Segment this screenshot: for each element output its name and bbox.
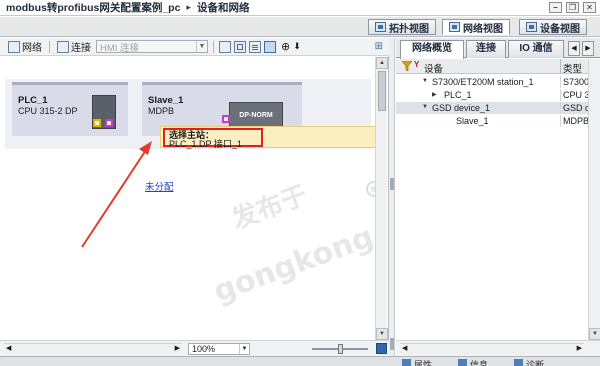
scroll-thumb[interactable] <box>378 71 386 111</box>
tab-network-view[interactable]: 网络视图 <box>442 19 510 35</box>
navigation-icon[interactable] <box>376 343 387 354</box>
filter-mark-icon: Y <box>414 60 420 69</box>
table-row[interactable]: ▶ PLC_1 CPU 315-2 DP <box>396 89 600 101</box>
annotation-arrow <box>81 141 152 248</box>
expand-arrow-icon[interactable]: ▶ <box>432 91 437 98</box>
restore-button[interactable]: ❐ <box>566 2 579 13</box>
editor-vertical-scrollbar[interactable]: ▲ ▼ <box>375 57 388 340</box>
arrow-head <box>139 141 152 155</box>
chevron-down-icon: ▼ <box>239 344 249 354</box>
zoom-slider-knob[interactable] <box>338 344 343 354</box>
editor-horizontal-scrollbar[interactable]: ◀ ▶ <box>4 343 182 355</box>
table-row[interactable]: Slave_1 MDPB <box>396 115 600 127</box>
splitter-grip[interactable] <box>390 178 394 190</box>
editor-toolbar: 网络 连接 HMI 连接 ▼ ⊕ ⬇ ⊞ <box>0 38 389 56</box>
section-title: 设备和网络 <box>196 2 250 14</box>
scroll-up-arrow-icon[interactable]: ▲ <box>376 57 388 69</box>
toolbar-divider <box>49 40 50 53</box>
scroll-right-arrow-icon[interactable]: ▶ <box>175 344 180 352</box>
toolbar-divider <box>213 40 214 53</box>
zoom-value: 100% <box>192 344 216 354</box>
popup-master-option[interactable]: PLC_1.DP 接口_1 <box>169 137 242 150</box>
column-device-header[interactable]: 设备 <box>424 61 443 75</box>
expand-arrow-icon[interactable]: ▼ <box>422 78 428 84</box>
network-overview-panel: 网络概览 连接 IO 通信 ◀ ▶ Y 设备 类型 ▼ S7300/ET200M… <box>396 38 600 356</box>
overview-tabs: 网络概览 连接 IO 通信 ◀ ▶ <box>396 38 600 59</box>
row-device: GSD device_1 <box>432 103 491 113</box>
tab-diagnostics[interactable]: 诊断 <box>512 358 544 366</box>
table-row[interactable]: ▼ S7300/ET200M station_1 S7300/ET200M st… <box>396 76 600 88</box>
panel-icon[interactable] <box>264 40 276 53</box>
editor-bottom-bar: ◀ ▶ 100% ▼ <box>0 340 389 356</box>
tab-io-communication[interactable]: IO 通信 <box>508 40 564 58</box>
tab-topology-view[interactable]: 拓扑视图 <box>368 19 436 35</box>
minimize-button[interactable]: – <box>549 2 562 13</box>
expand-arrow-icon[interactable]: ▼ <box>422 104 428 110</box>
row-device: Slave_1 <box>456 116 489 126</box>
panel-splitter[interactable] <box>389 38 395 356</box>
topology-icon <box>375 22 386 32</box>
tab-scroll-left-icon[interactable]: ◀ <box>568 41 580 56</box>
zoom-select[interactable]: 100% ▼ <box>188 343 250 355</box>
overview-table-header: Y 设备 类型 <box>396 59 600 75</box>
column-divider[interactable] <box>560 59 561 74</box>
select-master-popup[interactable]: 选择主站： PLC_1.DP 接口_1 <box>160 126 376 150</box>
row-device: S7300/ET200M station_1 <box>432 77 534 87</box>
column-divider <box>560 76 561 88</box>
column-divider <box>560 102 561 114</box>
tab-device-label: 设备视图 <box>540 23 580 35</box>
project-title: modbus转profibus网关配置案例_pc <box>6 2 181 14</box>
breadcrumb-separator: ▸ <box>186 2 191 12</box>
address-table-icon[interactable] <box>219 40 231 53</box>
tab-scroll-right-icon[interactable]: ▶ <box>582 41 594 56</box>
table-row-selected[interactable]: ▼ GSD device_1 GSD device_1 <box>396 102 600 114</box>
chevron-down-icon: ▼ <box>196 41 207 52</box>
network-icon <box>8 40 20 53</box>
network-canvas[interactable]: PLC_1 CPU 315-2 DP Slave_1 MDPB DP-NORM … <box>0 57 375 340</box>
network-view-icon <box>449 22 460 32</box>
view-options-icon[interactable]: ⊞ <box>375 41 383 52</box>
tab-properties[interactable]: 属性 <box>400 358 432 366</box>
overview-vertical-scrollbar[interactable]: ▼ <box>588 59 600 340</box>
connect-button-label: 连接 <box>71 43 91 54</box>
filter-icon[interactable] <box>402 61 412 71</box>
splitter-grip[interactable] <box>390 338 394 350</box>
overview-bottom-bar: ◀ ▶ <box>396 340 600 356</box>
registered-mark: ® <box>366 181 375 197</box>
network-button-label: 网络 <box>22 43 42 54</box>
scroll-right-arrow-icon[interactable]: ▶ <box>577 344 582 352</box>
overview-horizontal-scrollbar[interactable]: ◀ ▶ <box>400 343 584 355</box>
hmi-select-value: HMI 连接 <box>100 42 140 54</box>
hmi-connection-select[interactable]: HMI 连接 ▼ <box>96 40 208 54</box>
zoom-icon[interactable]: ⊕ <box>281 40 290 53</box>
title-bar: modbus转profibus网关配置案例_pc ▸ 设备和网络 – ❐ ✕ <box>0 0 600 16</box>
row-device: PLC_1 <box>444 90 472 100</box>
tab-topology-label: 拓扑视图 <box>389 23 429 35</box>
connect-button[interactable]: 连接 <box>55 40 93 54</box>
network-editor: 网络 连接 HMI 连接 ▼ ⊕ ⬇ ⊞ PLC_1 CPU 315-2 DP <box>0 38 389 356</box>
network-button[interactable]: 网络 <box>6 40 44 54</box>
column-type-header[interactable]: 类型 <box>563 61 582 75</box>
tab-info[interactable]: 信息 <box>456 358 488 366</box>
window-controls: – ❐ ✕ <box>549 2 596 13</box>
column-divider <box>560 89 561 101</box>
inspector-tabs: 属性 信息 诊断 <box>0 356 600 366</box>
tab-connections[interactable]: 连接 <box>466 40 506 58</box>
scroll-down-arrow-icon[interactable]: ▼ <box>376 328 388 340</box>
tab-network-label: 网络视图 <box>463 23 503 35</box>
connect-icon <box>57 40 69 53</box>
close-button[interactable]: ✕ <box>583 2 596 13</box>
arrow-shaft <box>81 146 149 248</box>
device-view-icon <box>526 22 537 32</box>
column-divider <box>560 115 561 127</box>
scroll-down-arrow-icon[interactable]: ▼ <box>589 328 600 340</box>
download-arrow-icon[interactable]: ⬇ <box>293 41 301 52</box>
grid-icon[interactable] <box>234 40 246 53</box>
view-tabs: 拓扑视图 网络视图 设备视图 <box>0 17 600 37</box>
scroll-left-arrow-icon[interactable]: ◀ <box>402 344 407 352</box>
lines-icon[interactable] <box>249 40 261 53</box>
tab-network-overview[interactable]: 网络概览 <box>400 40 464 59</box>
scroll-left-arrow-icon[interactable]: ◀ <box>6 344 11 352</box>
tab-device-view[interactable]: 设备视图 <box>519 19 587 35</box>
